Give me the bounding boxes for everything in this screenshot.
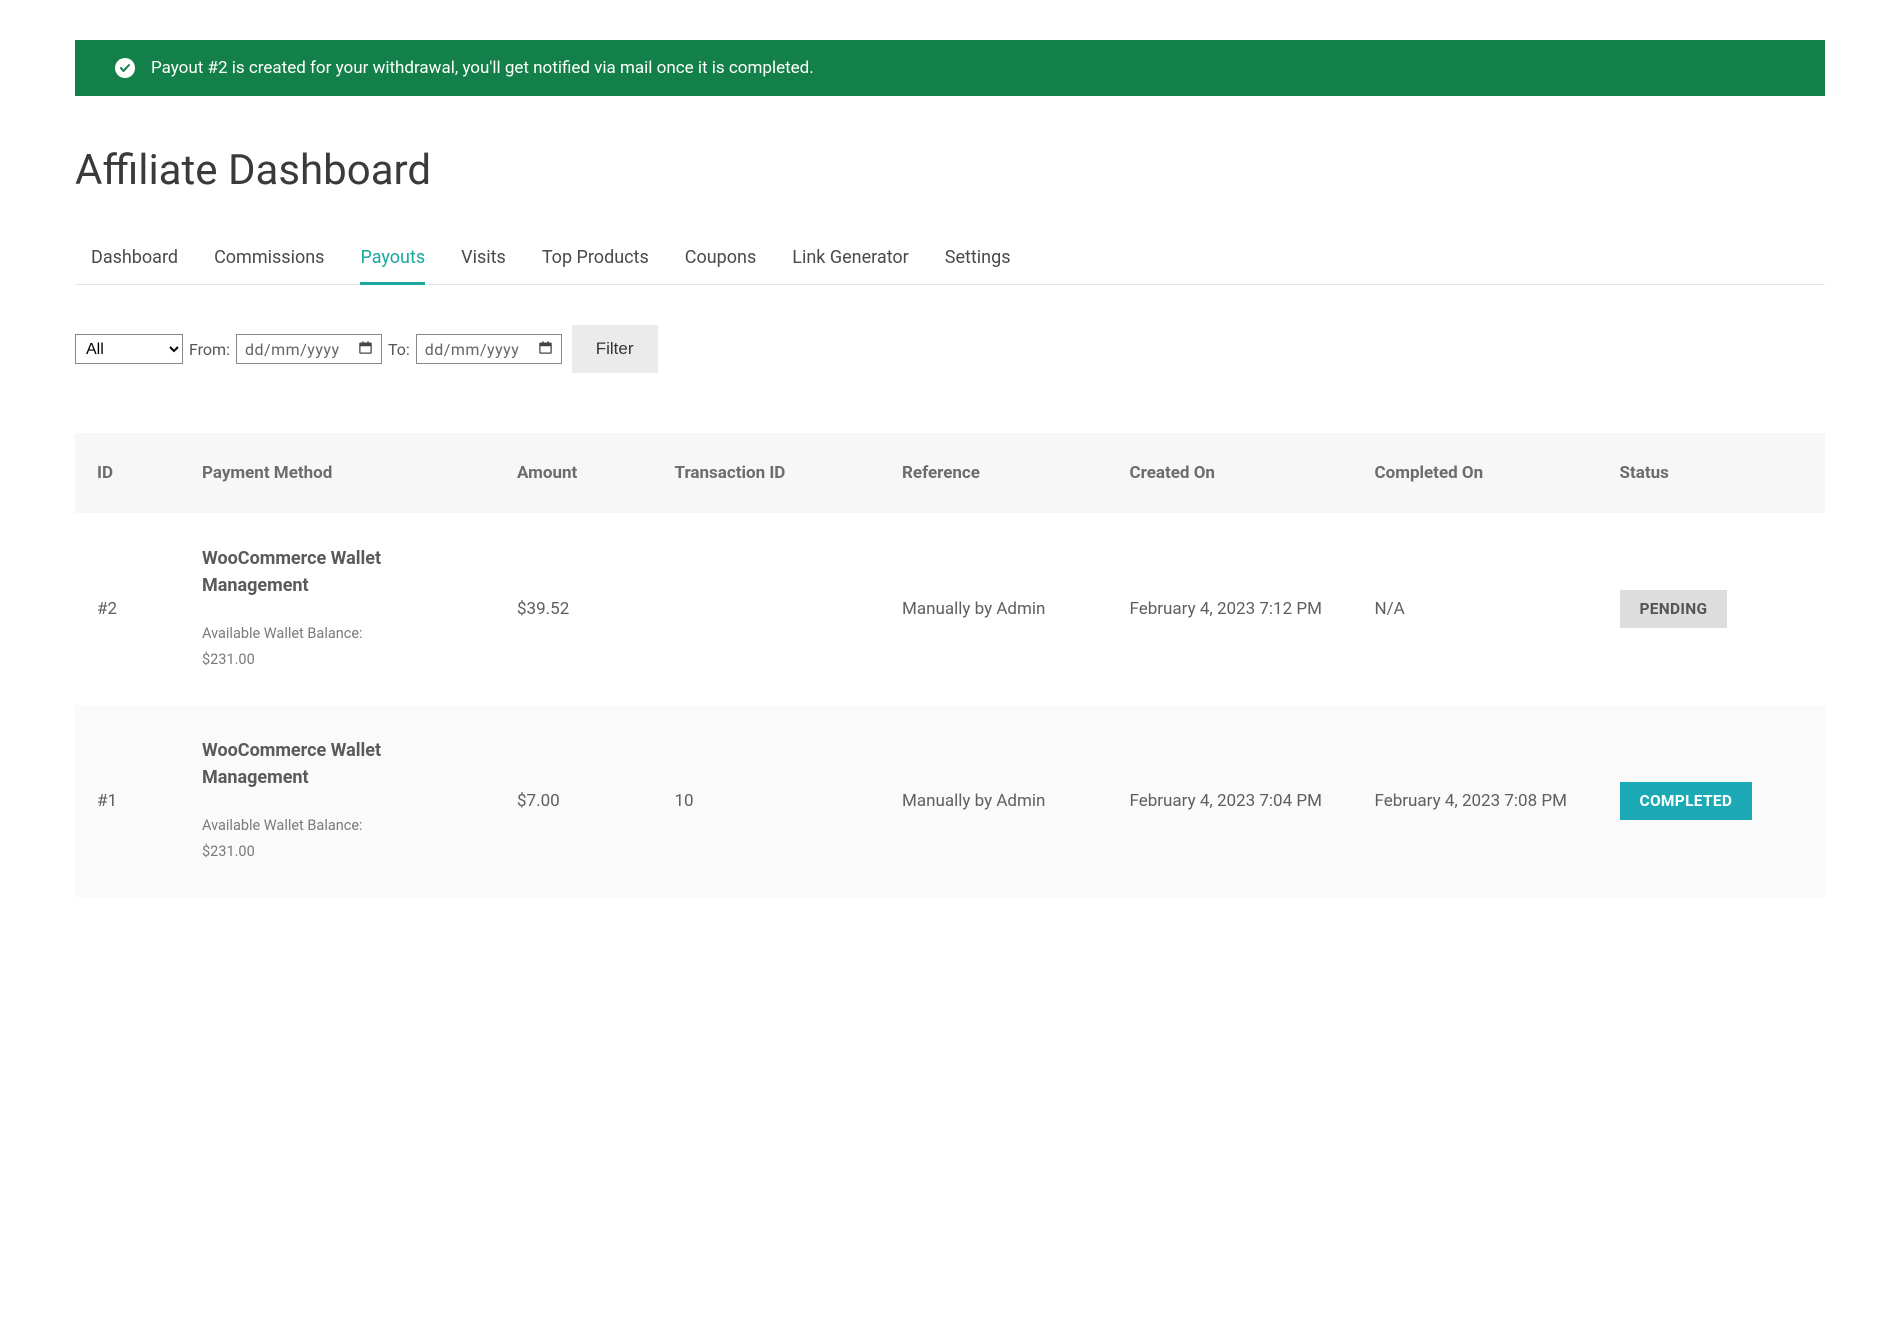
- from-label: From:: [189, 340, 230, 359]
- cell-transaction-id: [653, 513, 881, 705]
- cell-transaction-id: 10: [653, 705, 881, 897]
- tab-coupons[interactable]: Coupons: [685, 235, 757, 285]
- cell-reference: Manually by Admin: [880, 513, 1108, 705]
- tab-payouts[interactable]: Payouts: [360, 235, 425, 285]
- page-title: Affiliate Dashboard: [75, 146, 1825, 195]
- from-date-input[interactable]: dd/mm/yyyy: [236, 334, 382, 364]
- cell-id: #2: [75, 513, 180, 705]
- to-date-input[interactable]: dd/mm/yyyy: [416, 334, 562, 364]
- tab-commissions[interactable]: Commissions: [214, 235, 324, 285]
- cell-amount: $39.52: [495, 513, 653, 705]
- header-transaction-id: Transaction ID: [653, 433, 881, 513]
- wallet-balance-value: $231.00: [202, 647, 473, 673]
- header-status: Status: [1598, 433, 1826, 513]
- wallet-balance-label: Available Wallet Balance:: [202, 813, 473, 839]
- filter-bar: All From: dd/mm/yyyy To: dd/mm/yyyy Filt…: [75, 325, 1825, 373]
- header-created-on: Created On: [1108, 433, 1353, 513]
- header-completed-on: Completed On: [1353, 433, 1598, 513]
- cell-reference: Manually by Admin: [880, 705, 1108, 897]
- cell-completed-on: N/A: [1353, 513, 1598, 705]
- tab-bar: Dashboard Commissions Payouts Visits Top Pro…: [75, 235, 1825, 285]
- tab-top-products[interactable]: Top Products: [542, 235, 649, 285]
- calendar-icon: [358, 340, 373, 359]
- payment-method-title: WooCommerce Wallet Management: [202, 737, 473, 791]
- cell-status: PENDING: [1598, 513, 1826, 705]
- tab-settings[interactable]: Settings: [945, 235, 1011, 285]
- tab-visits[interactable]: Visits: [461, 235, 506, 285]
- cell-amount: $7.00: [495, 705, 653, 897]
- status-filter-select[interactable]: All: [75, 334, 183, 364]
- calendar-icon: [538, 340, 553, 359]
- table-header-row: ID Payment Method Amount Transaction ID …: [75, 433, 1825, 513]
- cell-payment-method: WooCommerce Wallet Management Available W…: [180, 513, 495, 705]
- cell-completed-on: February 4, 2023 7:08 PM: [1353, 705, 1598, 897]
- cell-id: #1: [75, 705, 180, 897]
- notice-message: Payout #2 is created for your withdrawal…: [151, 58, 814, 78]
- cell-payment-method: WooCommerce Wallet Management Available W…: [180, 705, 495, 897]
- wallet-balance-value: $231.00: [202, 839, 473, 865]
- to-label: To:: [388, 340, 410, 359]
- tab-dashboard[interactable]: Dashboard: [91, 235, 178, 285]
- payment-method-title: WooCommerce Wallet Management: [202, 545, 473, 599]
- status-badge: COMPLETED: [1620, 782, 1753, 820]
- header-reference: Reference: [880, 433, 1108, 513]
- header-payment-method: Payment Method: [180, 433, 495, 513]
- filter-button[interactable]: Filter: [572, 325, 658, 373]
- status-badge: PENDING: [1620, 590, 1728, 628]
- header-id: ID: [75, 433, 180, 513]
- cell-created-on: February 4, 2023 7:04 PM: [1108, 705, 1353, 897]
- header-amount: Amount: [495, 433, 653, 513]
- table-row: #2 WooCommerce Wallet Management Available…: [75, 513, 1825, 705]
- date-placeholder: dd/mm/yyyy: [425, 340, 520, 359]
- tab-link-generator[interactable]: Link Generator: [792, 235, 909, 285]
- cell-created-on: February 4, 2023 7:12 PM: [1108, 513, 1353, 705]
- date-placeholder: dd/mm/yyyy: [245, 340, 340, 359]
- success-notice: Payout #2 is created for your withdrawal…: [75, 40, 1825, 96]
- payouts-table: ID Payment Method Amount Transaction ID …: [75, 433, 1825, 897]
- table-row: #1 WooCommerce Wallet Management Available…: [75, 705, 1825, 897]
- check-circle-icon: [115, 58, 135, 78]
- wallet-balance-label: Available Wallet Balance:: [202, 621, 473, 647]
- cell-status: COMPLETED: [1598, 705, 1826, 897]
